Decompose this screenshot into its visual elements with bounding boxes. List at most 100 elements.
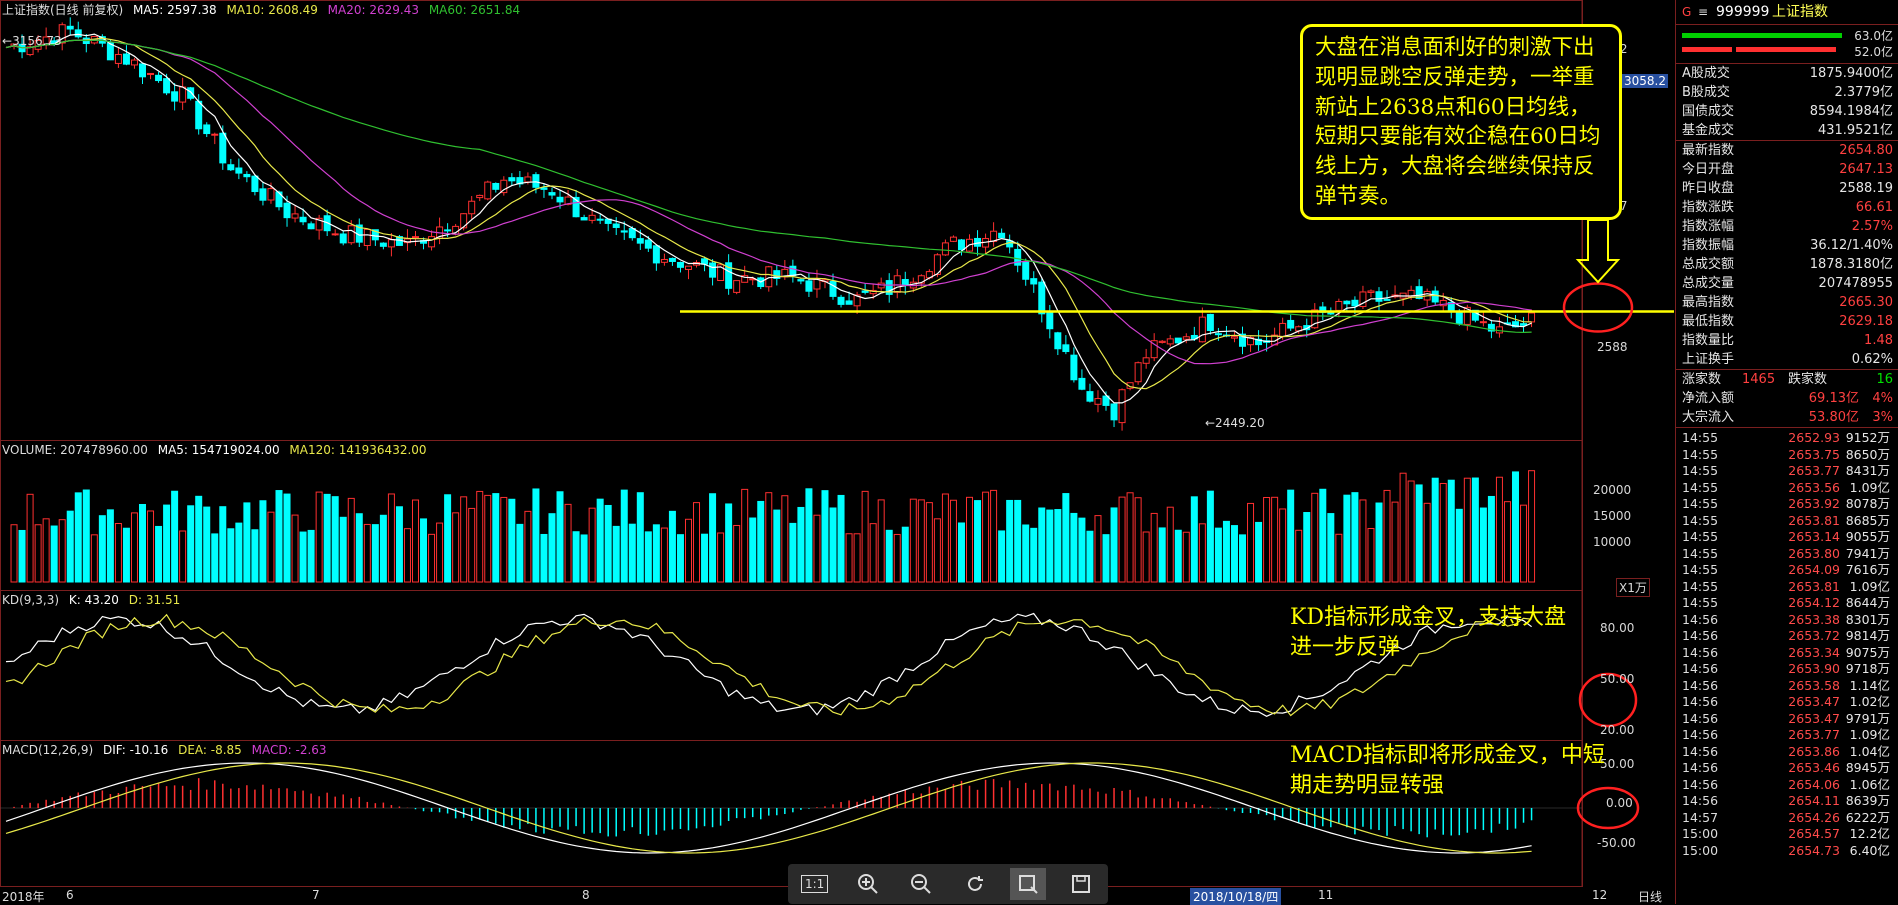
tick-price: 2653.75 bbox=[1788, 446, 1840, 462]
stat-label: 最低指数 bbox=[1682, 314, 1735, 329]
candle-body bbox=[797, 279, 805, 282]
volume-bar bbox=[1399, 472, 1407, 583]
net-inflow-label: 净流入额 bbox=[1682, 391, 1735, 406]
volume-bar bbox=[82, 489, 90, 583]
macd-dif-label: DIF: -10.16 bbox=[102, 743, 169, 757]
volume-bar bbox=[1198, 523, 1206, 583]
candle-body bbox=[1431, 290, 1439, 303]
volume-bar bbox=[243, 502, 251, 583]
volume-bar bbox=[275, 490, 283, 583]
tick-price: 2653.92 bbox=[1788, 496, 1840, 511]
ma20-label: MA20: 2629.43 bbox=[327, 3, 419, 17]
volume-bar bbox=[829, 507, 837, 583]
volume-bar bbox=[1255, 521, 1263, 583]
tick-price: 2653.34 bbox=[1788, 644, 1840, 660]
volume-bar bbox=[147, 510, 155, 583]
save-button[interactable] bbox=[1063, 868, 1099, 900]
stat-row: 昨日收盘 2588.19 bbox=[1676, 179, 1898, 198]
up-count: 1465 bbox=[1742, 372, 1776, 387]
money-down-label: 52.0亿 bbox=[1854, 45, 1893, 59]
tick-price: 2653.47 bbox=[1788, 694, 1840, 709]
actual-size-button[interactable]: 1:1 bbox=[797, 868, 833, 900]
candle-body bbox=[540, 187, 548, 190]
stat-row: A股成交 1875.9400亿 bbox=[1676, 64, 1898, 83]
tick-volume: 1.09亿 bbox=[1849, 578, 1890, 594]
volume-bar bbox=[532, 488, 540, 583]
macd-header: MACD(12,26,9) DIF: -10.16 DEA: -8.85 MAC… bbox=[2, 743, 327, 757]
volume-bar bbox=[219, 506, 227, 583]
stat-label: 总成交量 bbox=[1682, 276, 1735, 291]
volume-bar bbox=[917, 499, 925, 583]
date-label-2018: 2018年 bbox=[2, 890, 45, 904]
macd-tick-neg50: -50.00 bbox=[1597, 836, 1636, 850]
tick-time: 14:56 bbox=[1682, 611, 1719, 627]
candle-body bbox=[901, 279, 909, 286]
tick-volume: 6.40亿 bbox=[1849, 842, 1890, 858]
refresh-button[interactable] bbox=[957, 868, 993, 900]
volume-bar bbox=[1528, 470, 1536, 583]
candle-body bbox=[203, 124, 211, 135]
volume-bar bbox=[420, 518, 428, 583]
volume-bar bbox=[235, 522, 243, 583]
candle-body bbox=[580, 217, 588, 221]
tick-time: 14:55 bbox=[1682, 529, 1719, 544]
volume-bar bbox=[1030, 527, 1038, 583]
volume-bar bbox=[1295, 529, 1303, 583]
candle-body bbox=[1110, 403, 1118, 421]
volume-bar bbox=[1359, 499, 1367, 583]
tick-row: 15:00 2654.57 12.2亿 bbox=[1680, 826, 1890, 842]
volume-bar bbox=[604, 504, 612, 583]
volume-bar bbox=[1086, 530, 1094, 583]
volume-bar bbox=[18, 529, 26, 583]
kd-label: KD(9,3,3) bbox=[2, 593, 60, 607]
candle-body bbox=[492, 182, 500, 190]
volume-bar bbox=[1520, 504, 1528, 583]
candle-body bbox=[652, 245, 660, 264]
candle-body bbox=[259, 188, 267, 201]
tick-row: 14:56 2653.47 1.02亿 bbox=[1680, 694, 1890, 710]
tick-time: 14:55 bbox=[1682, 430, 1719, 445]
candle-body bbox=[476, 194, 484, 199]
kline-chart-area[interactable]: 上证指数(日线 前复权) MA5: 2597.38 MA10: 2608.49 … bbox=[0, 0, 1674, 905]
volume-bar bbox=[853, 533, 861, 583]
tick-row: 14:56 2654.06 1.06亿 bbox=[1680, 777, 1890, 793]
money-down-bar-red bbox=[1682, 47, 1732, 52]
volume-bar bbox=[403, 528, 411, 583]
stat-value: 207478955 bbox=[1818, 276, 1893, 291]
zoom-out-button[interactable] bbox=[903, 868, 939, 900]
stat-row: 指数振幅 36.12/1.40% bbox=[1676, 236, 1898, 255]
candle-body bbox=[130, 59, 138, 66]
volume-bar bbox=[1463, 477, 1471, 583]
tick-row: 14:56 2653.58 1.14亿 bbox=[1680, 678, 1890, 694]
volume-bar bbox=[612, 525, 620, 583]
candle-body bbox=[155, 74, 163, 82]
tick-time: 14:56 bbox=[1682, 677, 1719, 693]
crosshair-button[interactable] bbox=[1009, 868, 1046, 900]
tick-row: 14:56 2653.86 1.04亿 bbox=[1680, 744, 1890, 760]
period-label[interactable]: 日线 bbox=[1638, 888, 1662, 905]
volume-bar bbox=[379, 514, 387, 583]
zoom-in-button[interactable] bbox=[850, 868, 886, 900]
volume-bar bbox=[395, 506, 403, 583]
volume-bar bbox=[66, 510, 74, 583]
date-label-6: 6 bbox=[66, 888, 74, 902]
candle-body bbox=[709, 262, 717, 278]
tick-price: 2654.11 bbox=[1788, 793, 1840, 808]
tick-price: 2653.38 bbox=[1788, 611, 1840, 627]
candle-body bbox=[1214, 333, 1222, 336]
candle-body bbox=[1375, 291, 1383, 302]
chart-title: 上证指数(日线 前复权) bbox=[2, 3, 124, 17]
menu-icon[interactable]: ≡ bbox=[1698, 0, 1708, 24]
stat-label: 上证换手 bbox=[1682, 352, 1735, 367]
stat-label: 基金成交 bbox=[1682, 123, 1735, 138]
candle-body bbox=[122, 53, 130, 65]
tick-volume: 7616万 bbox=[1845, 562, 1890, 577]
volume-bar bbox=[1142, 531, 1150, 583]
price-tick-2588: 2588 bbox=[1597, 340, 1628, 354]
volume-bar bbox=[1479, 507, 1487, 583]
volume-bar bbox=[50, 525, 58, 583]
volume-bar bbox=[556, 491, 564, 583]
volume-bar bbox=[299, 531, 307, 583]
volume-bar bbox=[315, 491, 323, 583]
tick-time: 14:56 bbox=[1682, 760, 1719, 775]
